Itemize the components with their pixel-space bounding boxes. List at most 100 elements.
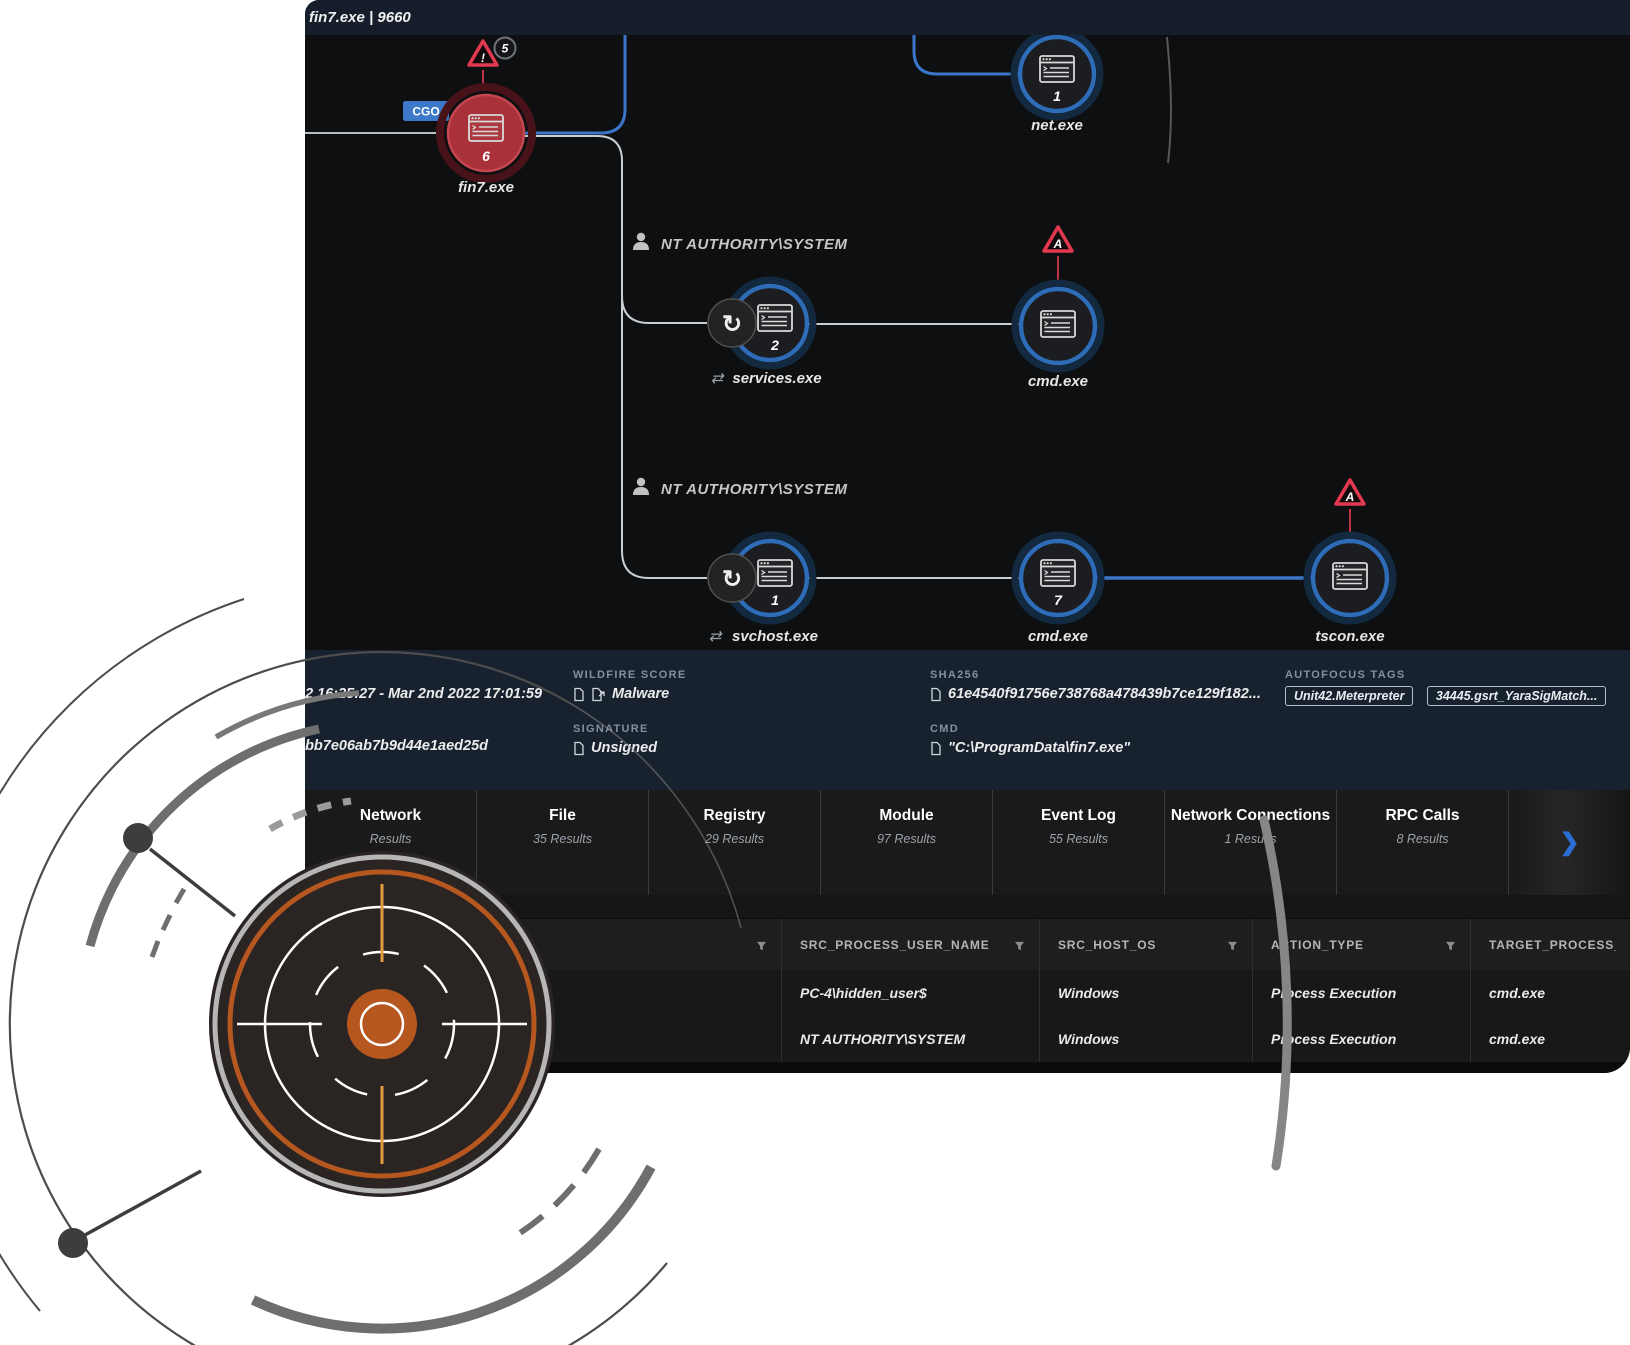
hash-value: ebb7e06ab7b9d44e1aed25d [305, 738, 488, 754]
dashed-arc-bottom-right [507, 1149, 599, 1241]
cell [305, 1017, 782, 1062]
node-svchost[interactable]: ↻ 1 [708, 535, 813, 621]
window-title: fin7.exe | 9660 [309, 0, 411, 35]
user-icon [633, 478, 649, 495]
process-icon [469, 115, 503, 141]
cycle-icon: ⇄ [709, 628, 723, 645]
edge-to-net [914, 35, 1018, 74]
svg-text:5: 5 [502, 42, 509, 56]
process-tree-canvas[interactable]: NT AUTHORITY\SYSTEM NT AUTHORITY\SYSTEM … [305, 35, 1630, 650]
column-header-action-type[interactable]: ACTION_TYPE [1253, 919, 1471, 971]
cmd-label: CMD [930, 723, 959, 735]
process-info-panel: 22 16:25:27 - Mar 2nd 2022 17:01:59 ebb7… [305, 650, 1630, 790]
filter-icon[interactable] [756, 939, 767, 957]
app-window: fin7.exe | 9660 [305, 0, 1630, 1073]
sha256-value: 61e4540f91756e738768a478439b7ce129f182..… [930, 686, 1261, 702]
cell-src-process-user-name: NT AUTHORITY\SYSTEM [782, 1017, 1040, 1062]
cycle-icon: ⇄ [711, 370, 725, 387]
filter-icon[interactable] [1014, 939, 1025, 957]
tab-file[interactable]: File 35 Results [477, 790, 649, 895]
tab-network-connections[interactable]: Network Connections 1 Results [1165, 790, 1337, 895]
svg-text:1: 1 [771, 592, 779, 608]
tab-registry[interactable]: Registry 29 Results [649, 790, 821, 895]
autofocus-tags-label: AUTOFOCUS TAGS [1285, 669, 1405, 681]
user-row-svchost: NT AUTHORITY\SYSTEM [633, 478, 847, 498]
svg-text:A: A [1345, 490, 1355, 504]
tag-chip[interactable]: Unit42.Meterpreter [1285, 686, 1413, 706]
page: fin7.exe | 9660 [0, 0, 1630, 1345]
edge-fin7-up-blue [524, 35, 625, 133]
document-icon [573, 741, 585, 756]
callout-dot [123, 823, 153, 853]
edge-fin7-svchost [524, 136, 707, 578]
node-label-tscon: tscon.exe [1315, 628, 1384, 645]
table-row[interactable]: NT AUTHORITY\SYSTEM Windows Process Exec… [305, 1017, 1630, 1063]
document-icon [930, 741, 942, 756]
node-label-svchost: svchost.exe [732, 628, 818, 645]
node-net[interactable]: 1 [1014, 35, 1100, 117]
filter-icon[interactable] [1227, 939, 1238, 957]
node-label-net: net.exe [1031, 117, 1083, 134]
node-cmd-row3[interactable]: 7 [1015, 535, 1101, 621]
cell-src-process-user-name: PC-4\hidden_user$ [782, 970, 1040, 1017]
autofocus-tags: Unit42.Meterpreter 34445.gsrt_YaraSigMat… [1285, 686, 1630, 706]
node-services[interactable]: ↻ 2 [708, 280, 813, 366]
tab-module[interactable]: Module 97 Results [821, 790, 993, 895]
tick-dash [152, 941, 158, 957]
node-tscon[interactable] [1307, 535, 1393, 621]
node-cmd-row2[interactable] [1015, 283, 1101, 369]
process-icon [758, 305, 792, 331]
cell-src-host-os: Windows [1040, 1017, 1253, 1062]
alert-triangle-tscon[interactable]: A [1336, 480, 1364, 504]
svg-text:6: 6 [482, 148, 490, 164]
column-header-src-host-os[interactable]: SRC_HOST_OS [1040, 919, 1253, 971]
wildfire-score-value: Malware [573, 686, 669, 702]
results-tab-bar: Network Results File 35 Results Registry… [305, 790, 1630, 895]
window-bottom-edge [305, 1062, 1630, 1073]
column-header-target-process-name[interactable]: TARGET_PROCESS_NAME [1471, 919, 1630, 971]
tab-event-log[interactable]: Event Log 55 Results [993, 790, 1165, 895]
tag-chip[interactable]: 34445.gsrt_YaraSigMatch... [1427, 686, 1606, 706]
user-icon [633, 233, 649, 250]
callout-dot [58, 1228, 88, 1258]
filter-icon[interactable] [1445, 939, 1456, 957]
column-header-0[interactable] [305, 919, 782, 971]
process-icon [1333, 563, 1367, 589]
tab-table-divider [305, 895, 1630, 918]
svg-text:2: 2 [770, 337, 779, 353]
document-report-icon [591, 687, 606, 702]
column-header-src-process-user-name[interactable]: SRC_PROCESS_USER_NAME [782, 919, 1040, 971]
callout-line [150, 849, 235, 916]
time-range-value: 22 16:25:27 - Mar 2nd 2022 17:01:59 [305, 686, 542, 702]
tab-network[interactable]: Network Results [305, 790, 477, 895]
node-label-services: services.exe [732, 370, 821, 387]
process-icon [758, 560, 792, 586]
results-table-header: SRC_PROCESS_USER_NAME SRC_HOST_OS ACTION… [305, 918, 1630, 972]
thick-arc-bottom [253, 1167, 651, 1329]
svg-text:7: 7 [1054, 592, 1063, 608]
node-fin7[interactable]: 6 [440, 87, 532, 179]
callout-line [85, 1171, 201, 1235]
process-titlebar: fin7.exe | 9660 [305, 0, 1630, 36]
cell-target-process-name: cmd.exe [1471, 1017, 1630, 1062]
user-label: NT AUTHORITY\SYSTEM [661, 481, 847, 498]
svg-text:A: A [1053, 237, 1063, 251]
alert-triangle-cmd2[interactable]: A [1044, 227, 1072, 251]
node-label-fin7: fin7.exe [458, 179, 514, 196]
tabs-scroll-right-chevron-icon[interactable]: ❯ [1509, 790, 1630, 895]
svg-text:CGO: CGO [412, 105, 439, 119]
tab-rpc-calls[interactable]: RPC Calls 8 Results [1337, 790, 1509, 895]
cell-action-type: Process Execution [1253, 1017, 1471, 1062]
document-icon [930, 687, 942, 702]
edge-fin7-services [622, 296, 707, 323]
svg-text:1: 1 [1053, 88, 1061, 104]
cell-action-type: Process Execution [1253, 970, 1471, 1017]
cell-target-process-name: cmd.exe [1471, 970, 1630, 1017]
process-tree-svg: NT AUTHORITY\SYSTEM NT AUTHORITY\SYSTEM … [305, 35, 1630, 650]
sha256-label: SHA256 [930, 669, 979, 681]
alert-triangle-fin7[interactable]: ! 5 [469, 38, 516, 66]
signature-value: Unsigned [573, 740, 657, 756]
node-label-cmd2: cmd.exe [1028, 373, 1088, 390]
table-row[interactable]: PC-4\hidden_user$ Windows Process Execut… [305, 970, 1630, 1018]
thick-arc-top-left [90, 729, 319, 946]
